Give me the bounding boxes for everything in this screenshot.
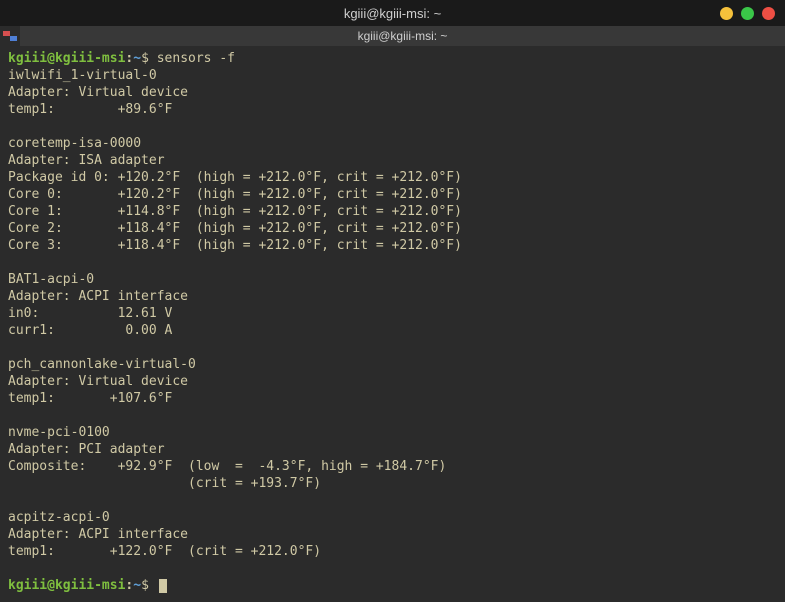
close-button[interactable] bbox=[762, 7, 775, 20]
sensor-adapter: Adapter: PCI adapter bbox=[8, 442, 165, 457]
sensor-reading: temp1: +122.0°F (crit = +212.0°F) bbox=[8, 544, 321, 559]
sensor-adapter: Adapter: ISA adapter bbox=[8, 153, 165, 168]
prompt-dollar: $ bbox=[141, 51, 157, 66]
sensor-block-name: acpitz-acpi-0 bbox=[8, 510, 110, 525]
prompt-user: kgiii@kgiii-msi bbox=[8, 51, 125, 66]
titlebar: kgiii@kgiii-msi: ~ bbox=[0, 0, 785, 26]
sensor-reading: temp1: +107.6°F bbox=[8, 391, 188, 406]
prompt-dollar: $ bbox=[141, 578, 157, 593]
tab-label: kgiii@kgiii-msi: ~ bbox=[358, 29, 448, 43]
tab-active[interactable]: kgiii@kgiii-msi: ~ bbox=[20, 26, 785, 46]
sensor-adapter: Adapter: ACPI interface bbox=[8, 289, 188, 304]
sensor-reading: Core 2: +118.4°F (high = +212.0°F, crit … bbox=[8, 221, 462, 236]
minimize-button[interactable] bbox=[720, 7, 733, 20]
cursor bbox=[159, 579, 167, 593]
tab-app-icon[interactable] bbox=[0, 26, 20, 46]
prompt-path: ~ bbox=[133, 51, 141, 66]
sensor-adapter: Adapter: Virtual device bbox=[8, 85, 188, 100]
terminal-icon bbox=[3, 31, 17, 41]
sensor-block-name: coretemp-isa-0000 bbox=[8, 136, 141, 151]
sensor-reading: (crit = +193.7°F) bbox=[8, 476, 321, 491]
sensor-reading: Core 0: +120.2°F (high = +212.0°F, crit … bbox=[8, 187, 462, 202]
sensor-reading: curr1: 0.00 A bbox=[8, 323, 188, 338]
tabbar: kgiii@kgiii-msi: ~ bbox=[0, 26, 785, 46]
sensor-reading: Core 3: +118.4°F (high = +212.0°F, crit … bbox=[8, 238, 462, 253]
sensor-block-name: BAT1-acpi-0 bbox=[8, 272, 94, 287]
sensor-reading: Package id 0: +120.2°F (high = +212.0°F,… bbox=[8, 170, 462, 185]
maximize-button[interactable] bbox=[741, 7, 754, 20]
terminal-output[interactable]: kgiii@kgiii-msi:~$ sensors -f iwlwifi_1-… bbox=[0, 46, 785, 602]
command-text: sensors -f bbox=[157, 51, 235, 66]
sensor-reading: temp1: +89.6°F bbox=[8, 102, 188, 117]
window-title: kgiii@kgiii-msi: ~ bbox=[344, 6, 441, 21]
sensor-block-name: pch_cannonlake-virtual-0 bbox=[8, 357, 196, 372]
prompt-user: kgiii@kgiii-msi bbox=[8, 578, 125, 593]
sensor-reading: in0: 12.61 V bbox=[8, 306, 188, 321]
sensor-block-name: iwlwifi_1-virtual-0 bbox=[8, 68, 157, 83]
sensor-reading: Core 1: +114.8°F (high = +212.0°F, crit … bbox=[8, 204, 462, 219]
sensor-adapter: Adapter: Virtual device bbox=[8, 374, 188, 389]
sensor-reading: Composite: +92.9°F (low = -4.3°F, high =… bbox=[8, 459, 446, 474]
window-controls bbox=[720, 7, 775, 20]
sensor-adapter: Adapter: ACPI interface bbox=[8, 527, 188, 542]
sensor-block-name: nvme-pci-0100 bbox=[8, 425, 110, 440]
prompt-path: ~ bbox=[133, 578, 141, 593]
